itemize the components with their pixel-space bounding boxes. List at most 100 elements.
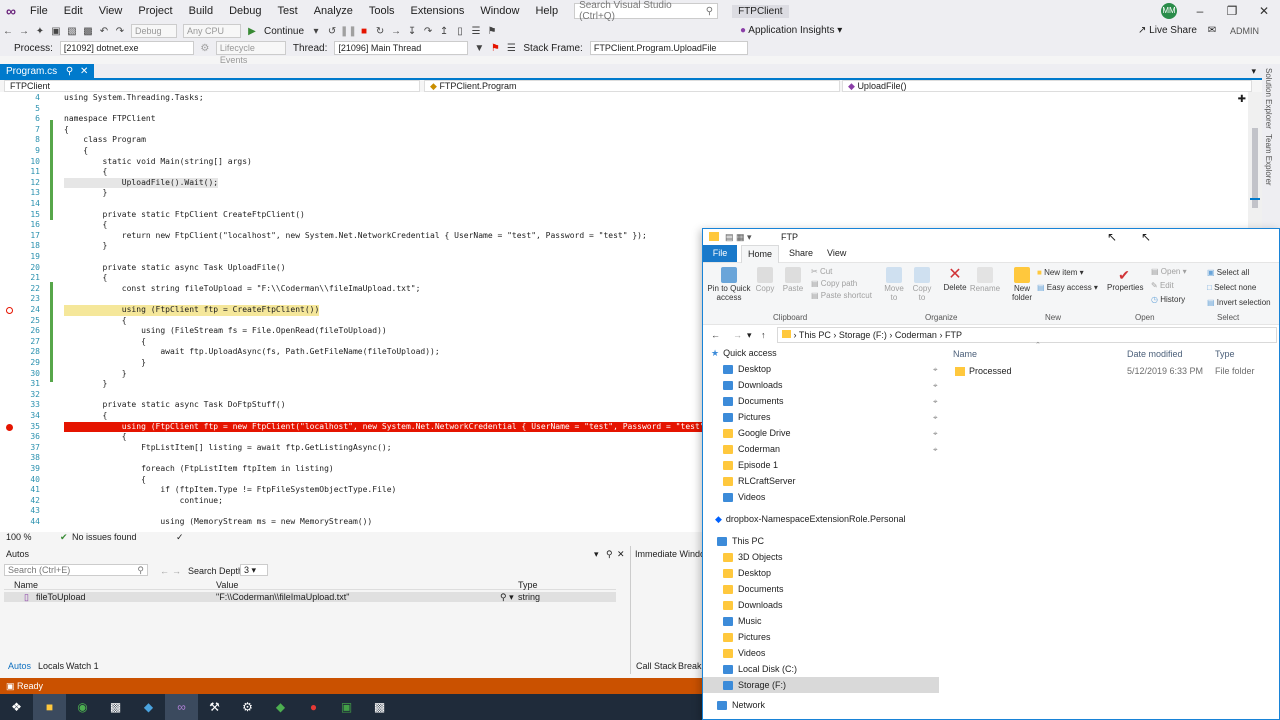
ribbon-tab-file[interactable]: File	[703, 245, 737, 262]
tab-locals[interactable]: Locals	[38, 661, 64, 671]
column-header-type[interactable]: Type	[1215, 349, 1235, 359]
history-button[interactable]: ◷ History	[1151, 295, 1185, 304]
terminal-icon[interactable]: ▩	[363, 694, 396, 720]
search-input[interactable]: Search Visual Studio (Ctrl+Q) ⚲	[574, 0, 719, 22]
forward-icon[interactable]: →	[16, 26, 32, 37]
column-header-date[interactable]: Date modified	[1127, 349, 1183, 359]
open-icon[interactable]: ▣	[48, 26, 64, 37]
nav-pc-item[interactable]: 3D Objects	[723, 549, 783, 565]
steam-icon[interactable]: ⚙	[231, 694, 264, 720]
nav-dropbox[interactable]: ◆ dropbox-NamespaceExtensionRole.Persona…	[715, 511, 906, 527]
close-icon[interactable]: ✕	[1248, 0, 1280, 22]
hex-icon[interactable]: ▯	[452, 26, 468, 37]
new-item-button[interactable]: ■ New item ▾	[1037, 268, 1084, 277]
pin-icon[interactable]: ⌖	[933, 381, 938, 391]
pin-to-quick-access-button[interactable]: Pin to Quick access	[707, 267, 751, 302]
select-all-button[interactable]: ▣ Select all	[1207, 268, 1249, 277]
quick-access-toolbar-icon[interactable]: ▤ ▦ ▾	[725, 229, 752, 245]
zoom-level[interactable]: 100 %	[6, 532, 32, 542]
visualizer-icon[interactable]: ⚲ ▾	[500, 592, 514, 602]
nav-this-pc[interactable]: This PC	[717, 533, 764, 549]
pin-icon[interactable]: ⌖	[933, 365, 938, 375]
menu-extensions[interactable]: Extensions	[403, 0, 473, 22]
thread-dropdown[interactable]: [21096] Main Thread	[334, 41, 469, 55]
properties-button[interactable]: ✔ Properties	[1107, 267, 1143, 292]
save-all-icon[interactable]: ▩	[80, 26, 96, 37]
terminal-icon[interactable]: ▩	[99, 694, 132, 720]
copy-button[interactable]: Copy	[753, 267, 777, 293]
code-line[interactable]: 9 {	[0, 146, 1262, 157]
application-insights-button[interactable]: ● Application Insights ▾	[740, 22, 842, 40]
easy-access-button[interactable]: ▤ Easy access ▾	[1037, 283, 1098, 292]
back-icon[interactable]: ←	[160, 566, 169, 576]
menu-window[interactable]: Window	[472, 0, 527, 22]
nav-quick-item[interactable]: Episode 1	[723, 457, 778, 473]
menu-build[interactable]: Build	[181, 0, 221, 22]
list-item[interactable]: Processed 5/12/2019 6:33 PM File folder	[955, 363, 1275, 379]
copy-to-button[interactable]: Copy to	[909, 267, 935, 302]
windows-start-icon[interactable]: ❖	[0, 694, 33, 720]
immediate-title[interactable]: Immediate Window	[635, 549, 712, 559]
column-header-name[interactable]: Name	[953, 349, 977, 359]
pin-icon[interactable]: ⌖	[933, 397, 938, 407]
copy-path-button[interactable]: ▤ Copy path	[811, 279, 857, 288]
code-line[interactable]: 6 namespace FTPClient	[0, 114, 1262, 125]
breakpoint-icon[interactable]	[6, 423, 13, 431]
pin-icon[interactable]: ⌖	[933, 413, 938, 423]
nav-quick-item[interactable]: Downloads	[723, 377, 783, 393]
nav-pc-item[interactable]: Documents	[723, 581, 784, 597]
step-over-icon[interactable]: ↷	[420, 26, 436, 37]
recent-locations-icon[interactable]: ▾	[747, 325, 752, 345]
close-icon[interactable]: ✕	[617, 549, 625, 560]
tab-close-icon[interactable]: ✕	[80, 66, 88, 77]
breadcrumb-this-pc[interactable]: This PC	[799, 330, 831, 340]
move-to-button[interactable]: Move to	[881, 267, 907, 302]
continue-icon[interactable]: ▶	[244, 26, 260, 37]
code-line[interactable]: 4 using System.Threading.Tasks;	[0, 93, 1262, 104]
continue-button[interactable]: Continue	[264, 26, 304, 37]
nav-pc-item[interactable]: Storage (F:)	[703, 677, 939, 693]
tab-call-stack[interactable]: Call Stack	[636, 661, 677, 671]
nav-quick-item[interactable]: Google Drive	[723, 425, 791, 441]
forward-icon[interactable]: →	[733, 325, 742, 345]
ribbon-tab-home[interactable]: Home	[741, 245, 779, 263]
breadcrumb-coderman[interactable]: Coderman	[895, 330, 937, 340]
issues-status[interactable]: No issues found	[72, 532, 137, 542]
code-line[interactable]: 14	[0, 199, 1262, 210]
menu-file[interactable]: File	[22, 0, 56, 22]
code-line[interactable]: 13 }	[0, 188, 1262, 199]
nav-pc-item[interactable]: Pictures	[723, 629, 771, 645]
tab-team-explorer[interactable]: Team Explorer	[1264, 134, 1273, 186]
file-explorer-icon[interactable]: ■	[33, 694, 66, 720]
cut-button[interactable]: ✂ Cut	[811, 267, 832, 276]
nav-quick-item[interactable]: Pictures	[723, 409, 771, 425]
nav-pc-item[interactable]: Downloads	[723, 597, 783, 613]
back-icon[interactable]: ←	[711, 325, 720, 345]
tab-autos[interactable]: Autos	[8, 661, 31, 671]
menu-debug[interactable]: Debug	[221, 0, 269, 22]
chrome-icon[interactable]: ◉	[66, 694, 99, 720]
redo-icon[interactable]: ↷	[112, 26, 128, 37]
threads-icon[interactable]: ☰	[503, 43, 519, 54]
stop-icon[interactable]: ■	[356, 26, 372, 37]
split-editor-icon[interactable]: ✚	[1238, 94, 1246, 105]
forward-icon[interactable]: →	[172, 566, 181, 576]
pin-icon[interactable]: ⌖	[933, 445, 938, 455]
feedback-icon[interactable]: ✉	[1208, 25, 1216, 36]
delete-button[interactable]: ✕ Delete	[941, 267, 969, 293]
nav-quick-item[interactable]: Documents	[723, 393, 784, 409]
filter-icon[interactable]: ▼	[471, 43, 487, 54]
paste-shortcut-button[interactable]: ▤ Paste shortcut	[811, 291, 872, 300]
nav-quick-item[interactable]: Videos	[723, 489, 765, 505]
visual-studio-icon[interactable]: ∞	[165, 694, 198, 720]
column-header-type[interactable]: Type	[518, 580, 538, 590]
nav-pc-item[interactable]: Videos	[723, 645, 765, 661]
pin-icon[interactable]: ⚲	[606, 549, 613, 560]
code-line[interactable]: 15 private static FtpClient CreateFtpCli…	[0, 210, 1262, 221]
menu-analyze[interactable]: Analyze	[306, 0, 361, 22]
code-line[interactable]: 5	[0, 104, 1262, 115]
invert-selection-button[interactable]: ▤ Invert selection	[1207, 298, 1271, 307]
scrollbar-thumb[interactable]	[1252, 128, 1258, 208]
ribbon-tab-share[interactable]: Share	[789, 245, 813, 262]
open-button[interactable]: ▤ Open ▾	[1151, 267, 1187, 276]
